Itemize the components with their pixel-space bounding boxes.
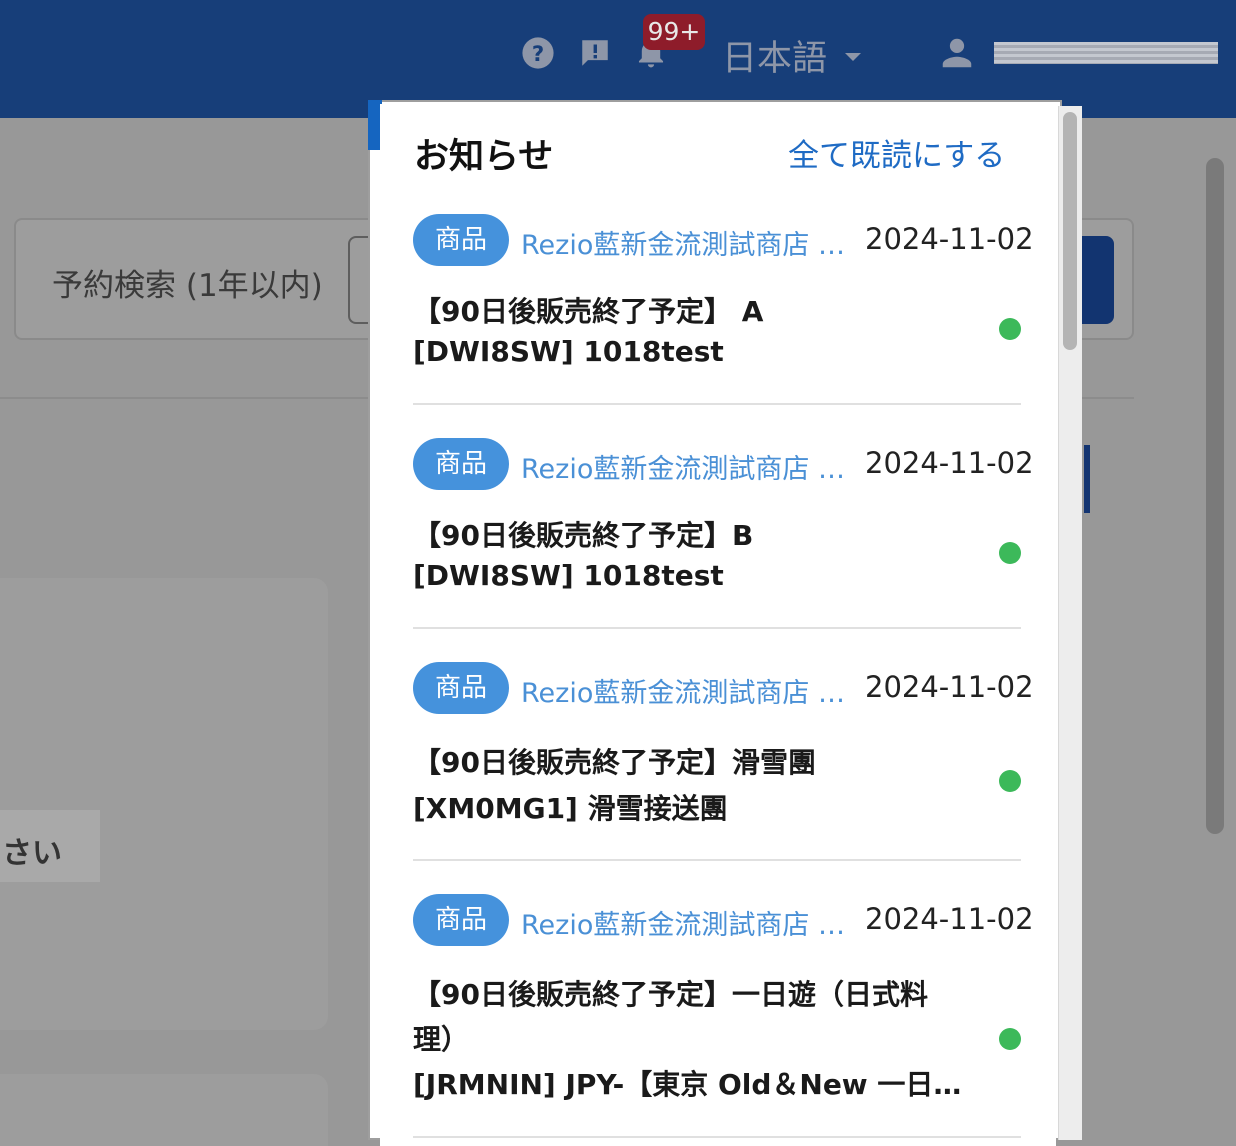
shop-name: Rezio藍新金流測試商店 (Rezio藍新金流測試商店): [521, 910, 849, 941]
category-tag: 商品: [413, 894, 509, 946]
notification-item[interactable]: 商品 Rezio藍新金流測試商店 (Rezio藍新金流測試商店) 2024-11…: [413, 662, 1034, 858]
notification-message: 【90日後販売終了予定】B [DWI8SW] 1018test: [413, 516, 983, 596]
partial-label: さい: [0, 810, 100, 882]
feedback-icon[interactable]: [578, 36, 612, 70]
notification-item[interactable]: 商品 Rezio藍新金流測試商店 (Rezio藍新金流測試商店) 2024-11…: [413, 438, 1034, 628]
message-line: 【90日後販売終了予定】B: [413, 519, 754, 552]
message-line: [JRMNIN] JPY-【東京 Old＆New 一日遊（日式料理）】: [413, 1068, 983, 1101]
svg-text:?: ?: [532, 42, 544, 67]
message-line: 【90日後販売終了予定】一日遊（日式料: [413, 978, 928, 1011]
notification-item[interactable]: 商品 Rezio藍新金流測試商店 (Rezio藍新金流測試商店) 2024-11…: [413, 214, 1034, 404]
item-divider: [413, 403, 1021, 405]
shop-name: Rezio藍新金流測試商店 (Rezio藍新金流測試商店): [521, 678, 849, 709]
message-line: 【90日後販売終了予定】滑雪團: [413, 746, 816, 779]
popup-scrollbar[interactable]: [1058, 106, 1082, 1140]
message-line: [DWI8SW] 1018test: [413, 335, 724, 368]
username-redacted[interactable]: [994, 42, 1218, 64]
notifications-title: お知らせ: [414, 137, 554, 177]
notification-date: 2024-11-02: [865, 446, 1034, 480]
chevron-down-icon: [845, 53, 862, 61]
unread-dot: [999, 770, 1021, 792]
notification-message: 【90日後販売終了予定】滑雪團 [XM0MG1] 滑雪接送團: [413, 740, 983, 832]
language-selector[interactable]: 日本語: [722, 30, 862, 80]
notification-message: 【90日後販売終了予定】一日遊（日式料 理） [JRMNIN] JPY-【東京 …: [413, 972, 983, 1107]
notifications-popup: お知らせ 全て既読にする 商品 Rezio藍新金流測試商店 (Rezio藍新金流…: [380, 104, 1056, 1146]
person-icon[interactable]: [938, 34, 976, 72]
mark-all-read-link[interactable]: 全て既読にする: [788, 130, 1005, 175]
content-card-secondary: [0, 1074, 328, 1146]
category-tag: 商品: [413, 662, 509, 714]
notification-count-badge: 99+: [643, 14, 705, 50]
message-line: [XM0MG1] 滑雪接送團: [413, 792, 728, 825]
item-divider: [413, 859, 1021, 861]
unread-dot: [999, 1028, 1021, 1050]
message-line: [DWI8SW] 1018test: [413, 559, 724, 592]
message-line: 【90日後販売終了予定】 A: [413, 295, 764, 328]
notification-date: 2024-11-02: [865, 670, 1034, 704]
shop-name: Rezio藍新金流測試商店 (Rezio藍新金流測試商店): [521, 230, 849, 261]
page-scrollbar[interactable]: [1206, 158, 1224, 834]
notification-date: 2024-11-02: [865, 222, 1034, 256]
help-circle-icon[interactable]: ?: [521, 36, 555, 70]
category-tag: 商品: [413, 438, 509, 490]
notification-message: 【90日後販売終了予定】 A [DWI8SW] 1018test: [413, 292, 983, 372]
category-tag: 商品: [413, 214, 509, 266]
item-divider: [413, 1136, 1021, 1138]
unread-dot: [999, 318, 1021, 340]
shop-name: Rezio藍新金流測試商店 (Rezio藍新金流測試商店): [521, 454, 849, 485]
message-line: 理）: [413, 1023, 470, 1056]
item-divider: [413, 627, 1021, 629]
action-button-edge[interactable]: [1084, 445, 1090, 513]
content-card: [0, 578, 328, 1030]
language-label: 日本語: [722, 38, 828, 79]
reservation-search-label: 予約検索 (1年以内): [52, 268, 323, 304]
popup-scrollbar-thumb[interactable]: [1063, 112, 1077, 350]
notification-date: 2024-11-02: [865, 902, 1034, 936]
notification-item[interactable]: 商品 Rezio藍新金流測試商店 (Rezio藍新金流測試商店) 2024-11…: [413, 894, 1034, 1134]
unread-dot: [999, 542, 1021, 564]
